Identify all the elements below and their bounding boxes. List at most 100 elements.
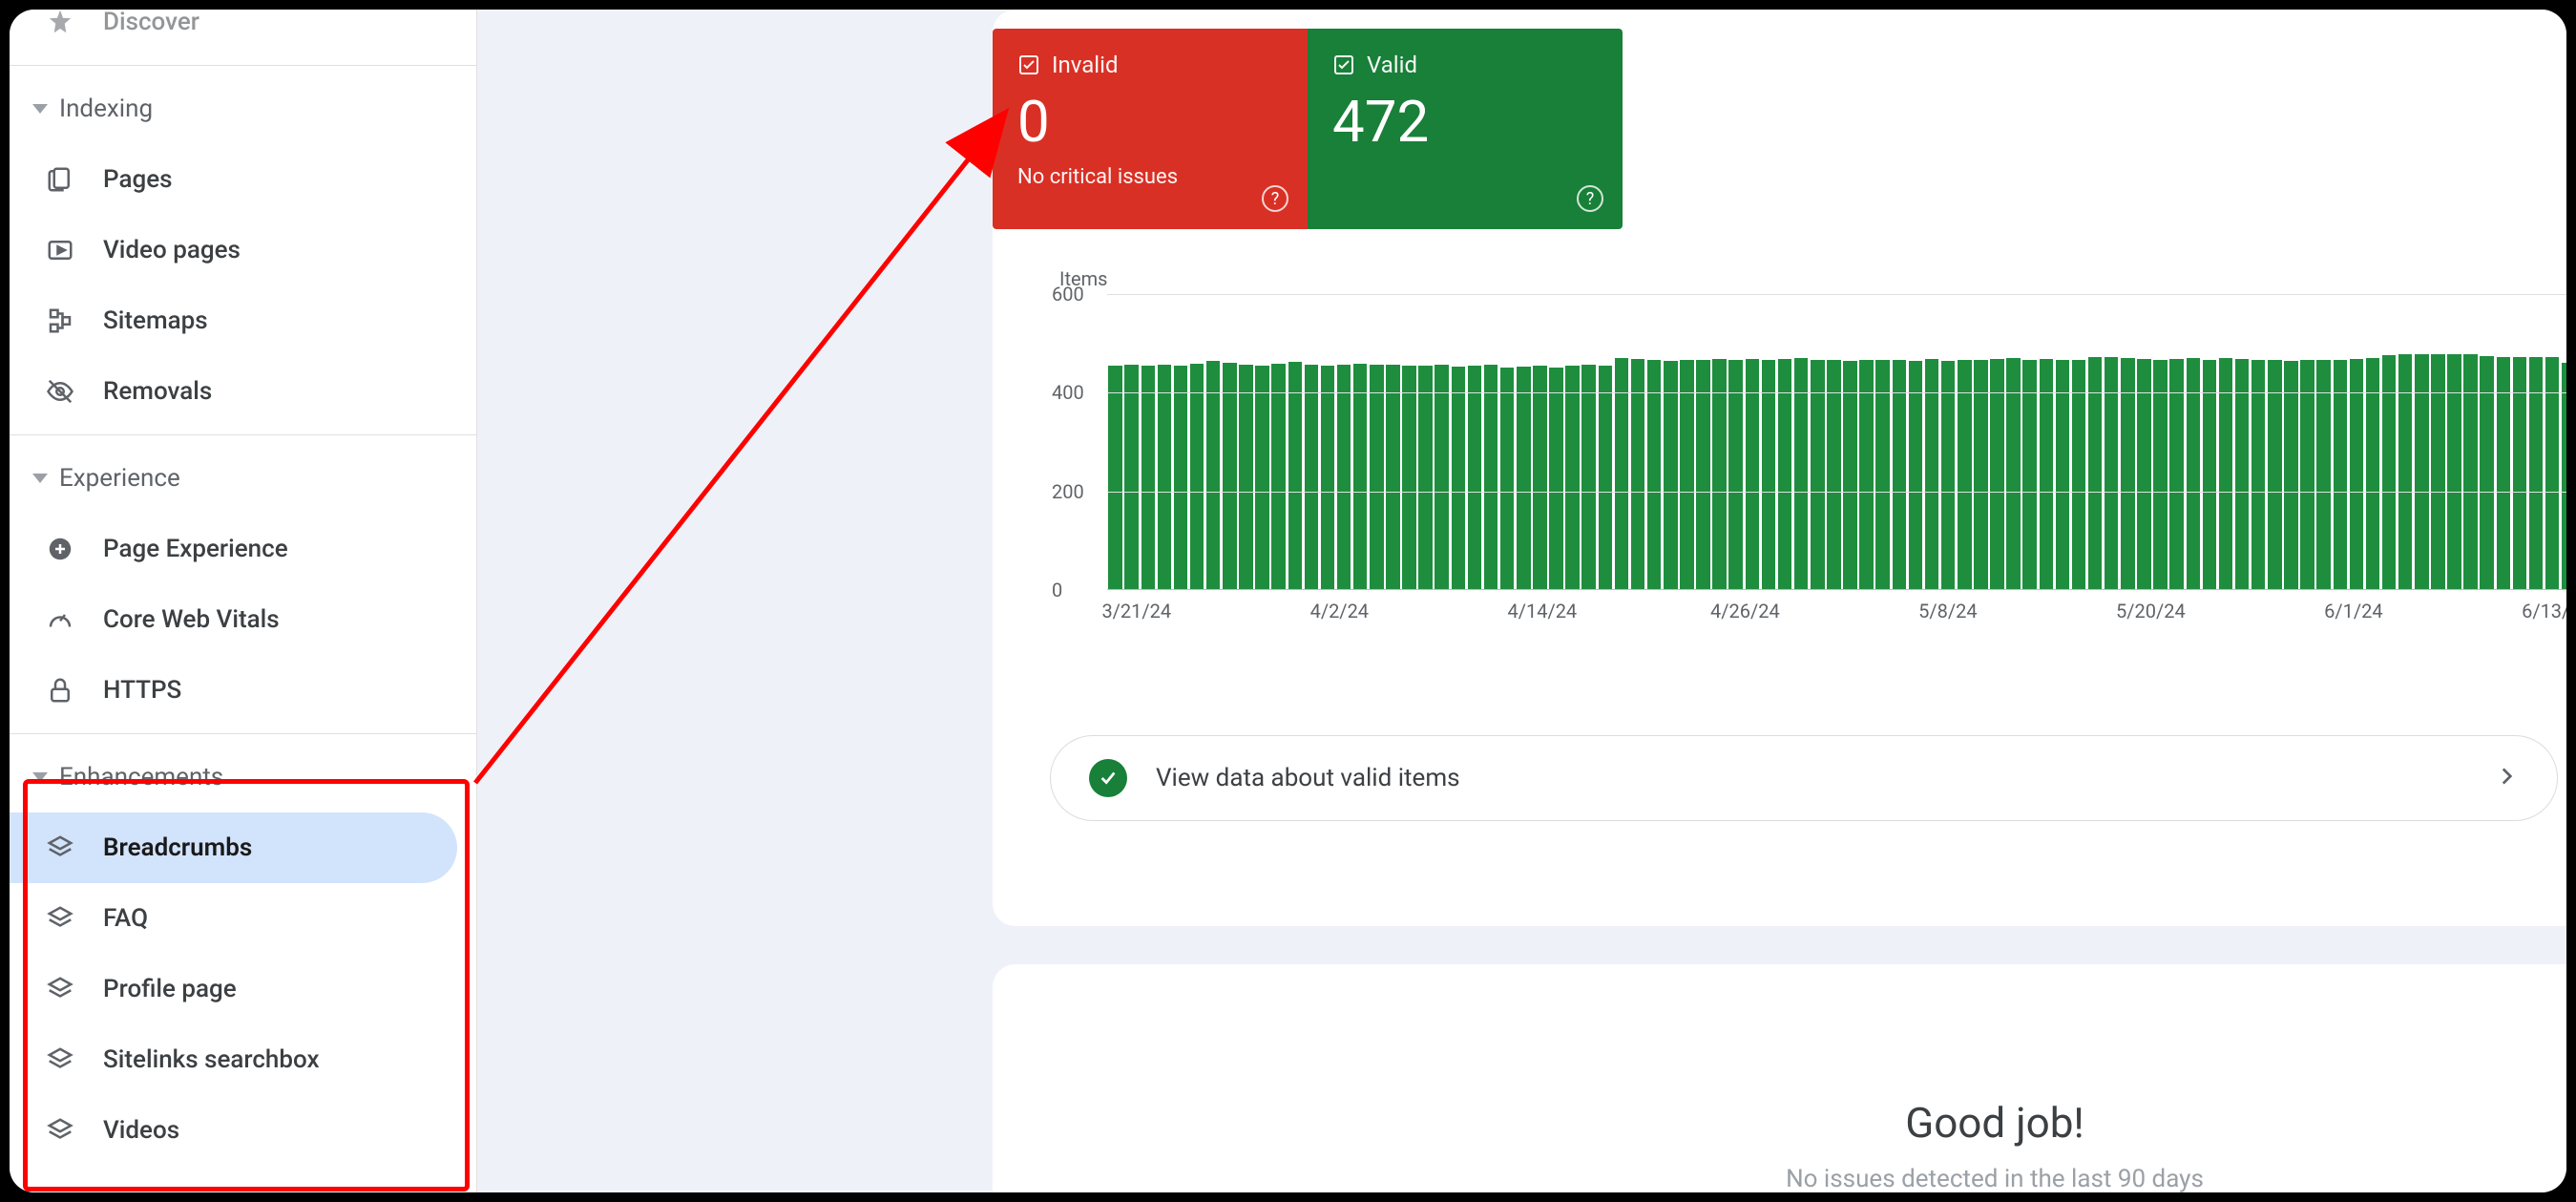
sidebar-item-video-pages[interactable]: Video pages bbox=[10, 215, 457, 285]
sidebar-item-sitelinks-searchbox[interactable]: Sitelinks searchbox bbox=[10, 1024, 457, 1095]
chart-bar bbox=[1141, 366, 1156, 589]
chart-bar bbox=[1321, 366, 1335, 589]
sidebar-item-pages[interactable]: Pages bbox=[10, 144, 457, 215]
sidebar-item-videos[interactable]: Videos bbox=[10, 1095, 457, 1166]
summary-subtitle: No issues detected in the last 90 days bbox=[1786, 1165, 2204, 1192]
chart-bar bbox=[1533, 366, 1547, 589]
sidebar-item-profile-page[interactable]: Profile page bbox=[10, 954, 457, 1024]
sidebar-item-label: Breadcrumbs bbox=[103, 833, 252, 862]
sidebar-item-breadcrumbs[interactable]: Breadcrumbs bbox=[10, 812, 457, 883]
sidebar-item-https[interactable]: HTTPS bbox=[10, 655, 457, 726]
sidebar-item-label: HTTPS bbox=[103, 676, 181, 705]
chart-bar bbox=[1206, 361, 1221, 589]
layers-icon bbox=[44, 904, 76, 933]
sidebar-item-label: Profile page bbox=[103, 975, 237, 1003]
tile-title: Invalid bbox=[1052, 52, 1119, 78]
tile-invalid[interactable]: Invalid 0 No critical issues ? bbox=[993, 29, 1308, 229]
chart-bar bbox=[1337, 365, 1351, 589]
check-circle-icon bbox=[1089, 759, 1127, 797]
chart: Items 0200400600 3/21/244/2/244/14/244/2… bbox=[1031, 267, 2566, 678]
chart-bar bbox=[1223, 363, 1237, 589]
chart-bar bbox=[1941, 361, 1956, 589]
tile-subtitle: No critical issues bbox=[1017, 165, 1283, 189]
checkbox-icon bbox=[1332, 53, 1355, 76]
chart-xtick: 5/8/24 bbox=[1918, 600, 1977, 622]
caret-down-icon bbox=[32, 104, 48, 114]
caret-down-icon bbox=[32, 474, 48, 483]
chart-bar bbox=[2463, 354, 2478, 589]
group-header-enhancements[interactable]: Enhancements bbox=[10, 742, 476, 812]
summary-title: Good job! bbox=[1905, 1098, 2084, 1148]
chart-bar bbox=[1909, 361, 1923, 589]
layers-icon bbox=[44, 1045, 76, 1074]
chart-bar bbox=[1728, 360, 1743, 589]
help-icon[interactable]: ? bbox=[1262, 185, 1288, 212]
chart-bar bbox=[2056, 360, 2070, 589]
chart-ytick: 200 bbox=[1052, 480, 1084, 503]
speed-icon bbox=[44, 605, 76, 634]
chart-bar bbox=[2447, 354, 2461, 589]
chart-xtick: 4/26/24 bbox=[1710, 600, 1780, 622]
chart-xtick: 3/21/24 bbox=[1101, 600, 1171, 622]
chart-ytick: 0 bbox=[1052, 579, 1062, 601]
help-icon[interactable]: ? bbox=[1577, 185, 1603, 212]
sidebar-item-label: Core Web Vitals bbox=[103, 605, 280, 634]
layers-icon bbox=[44, 975, 76, 1003]
chart-bar bbox=[2072, 360, 2086, 589]
pages-icon bbox=[44, 165, 76, 194]
chart-bar bbox=[1108, 366, 1122, 589]
chart-bar bbox=[1255, 366, 1269, 589]
sidebar-item-label: Videos bbox=[103, 1116, 179, 1145]
chart-bar bbox=[1875, 360, 1890, 589]
chart-xtick: 6/1/24 bbox=[2324, 600, 2382, 622]
sidebar-item-page-experience[interactable]: Page Experience bbox=[10, 514, 457, 584]
sidebar-item-faq[interactable]: FAQ bbox=[10, 883, 457, 954]
chart-ytick: 600 bbox=[1052, 283, 1084, 306]
chart-bar bbox=[2415, 354, 2429, 589]
sidebar-item-core-web-vitals[interactable]: Core Web Vitals bbox=[10, 584, 457, 655]
layers-icon bbox=[44, 833, 76, 862]
chart-ytick: 400 bbox=[1052, 381, 1084, 404]
chart-bar bbox=[1435, 365, 1449, 589]
tile-valid[interactable]: Valid 472 ? bbox=[1308, 29, 1623, 229]
sitemap-icon bbox=[44, 306, 76, 335]
sidebar-item-discover[interactable]: Discover bbox=[10, 10, 457, 57]
chart-bar bbox=[1239, 365, 1253, 589]
lock-icon bbox=[44, 676, 76, 705]
chart-bar bbox=[1190, 364, 1204, 589]
sidebar-item-label: Page Experience bbox=[103, 535, 288, 563]
group-header-indexing[interactable]: Indexing bbox=[10, 74, 476, 144]
chart-bar bbox=[1500, 368, 1515, 589]
chart-bar bbox=[1305, 365, 1319, 589]
chart-bar bbox=[1370, 365, 1384, 589]
chart-bar bbox=[1974, 360, 1988, 590]
tile-count: 472 bbox=[1332, 88, 1598, 156]
chart-bar bbox=[2251, 360, 2266, 589]
chart-bar bbox=[2284, 361, 2298, 589]
chart-bar bbox=[1565, 366, 1580, 589]
sidebar-item-label: FAQ bbox=[103, 904, 148, 933]
sidebar-item-label: Discover bbox=[103, 10, 199, 36]
chart-bar bbox=[2562, 363, 2566, 589]
group-header-experience[interactable]: Experience bbox=[10, 443, 476, 514]
sidebar-item-removals[interactable]: Removals bbox=[10, 356, 457, 427]
chart-bar bbox=[1762, 360, 1776, 590]
sidebar-item-label: Sitemaps bbox=[103, 306, 208, 335]
sidebar-item-label: Removals bbox=[103, 377, 212, 406]
chart-bar bbox=[2316, 360, 2331, 589]
report-card: Invalid 0 No critical issues ? Valid 472… bbox=[993, 10, 2566, 926]
chart-bar bbox=[1859, 360, 1874, 590]
plus-circle-icon bbox=[44, 535, 76, 563]
chart-bar bbox=[2203, 360, 2217, 589]
sidebar-item-sitemaps[interactable]: Sitemaps bbox=[10, 285, 457, 356]
chart-bar bbox=[1696, 360, 1710, 589]
sidebar-item-label: Video pages bbox=[103, 236, 241, 264]
video-icon bbox=[44, 236, 76, 264]
chart-bar bbox=[2431, 354, 2445, 589]
caret-down-icon bbox=[32, 772, 48, 782]
chart-xtick: 5/20/24 bbox=[2116, 600, 2186, 622]
view-valid-items-link[interactable]: View data about valid items bbox=[1050, 735, 2558, 821]
chart-bar bbox=[1271, 364, 1286, 589]
chart-bar bbox=[1893, 360, 1907, 589]
chart-bar bbox=[1599, 366, 1613, 589]
